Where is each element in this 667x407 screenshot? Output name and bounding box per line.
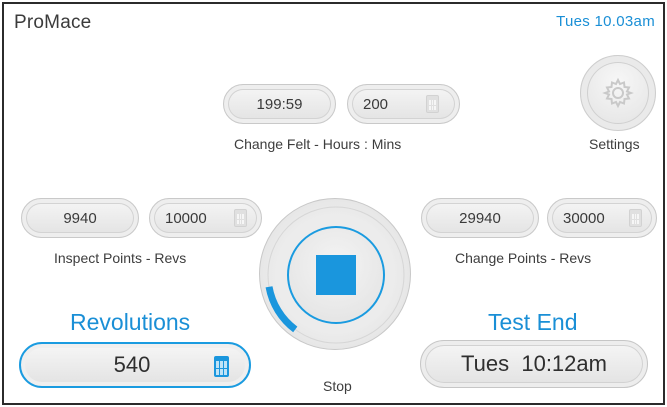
change-felt-time-field: 199:59 <box>223 84 336 124</box>
change-points-setting-value: 30000 <box>563 209 605 227</box>
change-points-setting-input[interactable]: 30000 <box>547 198 657 238</box>
change-points-current-value: 29940 <box>459 209 501 227</box>
revolutions-title: Revolutions <box>70 309 191 335</box>
app-title: ProMace <box>14 12 92 33</box>
stop-label: Stop <box>323 378 352 394</box>
settings-button[interactable] <box>580 55 656 131</box>
revolutions-input[interactable]: 540 <box>19 342 251 388</box>
settings-label: Settings <box>589 136 640 152</box>
calculator-icon <box>214 356 229 377</box>
gear-icon <box>602 77 634 109</box>
calculator-icon <box>629 209 642 227</box>
clock-display: Tues 10.03am <box>556 13 655 30</box>
calculator-icon <box>234 209 247 227</box>
change-felt-setting-value: 200 <box>363 95 389 113</box>
inspect-points-setting-input[interactable]: 10000 <box>149 198 262 238</box>
inspect-points-caption: Inspect Points - Revs <box>54 250 187 266</box>
inspect-points-current-value: 9940 <box>63 209 97 227</box>
test-end-title: Test End <box>488 309 578 335</box>
stop-button[interactable] <box>287 226 385 324</box>
change-points-current-field: 29940 <box>421 198 539 238</box>
change-felt-setting-input[interactable]: 200 <box>347 84 460 124</box>
change-felt-time-value: 199:59 <box>256 95 303 113</box>
stop-icon <box>316 255 356 295</box>
revolutions-value: 540 <box>113 352 151 377</box>
inspect-points-current-field: 9940 <box>21 198 139 238</box>
change-felt-caption: Change Felt - Hours : Mins <box>234 136 402 152</box>
app-window: ProMace Tues 10.03am 199:59 200 Change F… <box>2 2 665 405</box>
inspect-points-setting-value: 10000 <box>165 209 207 227</box>
calculator-icon <box>426 95 439 113</box>
change-points-caption: Change Points - Revs <box>455 250 592 266</box>
test-end-display: Tues 10:12am <box>420 340 648 388</box>
stop-progress-ring <box>259 198 411 350</box>
